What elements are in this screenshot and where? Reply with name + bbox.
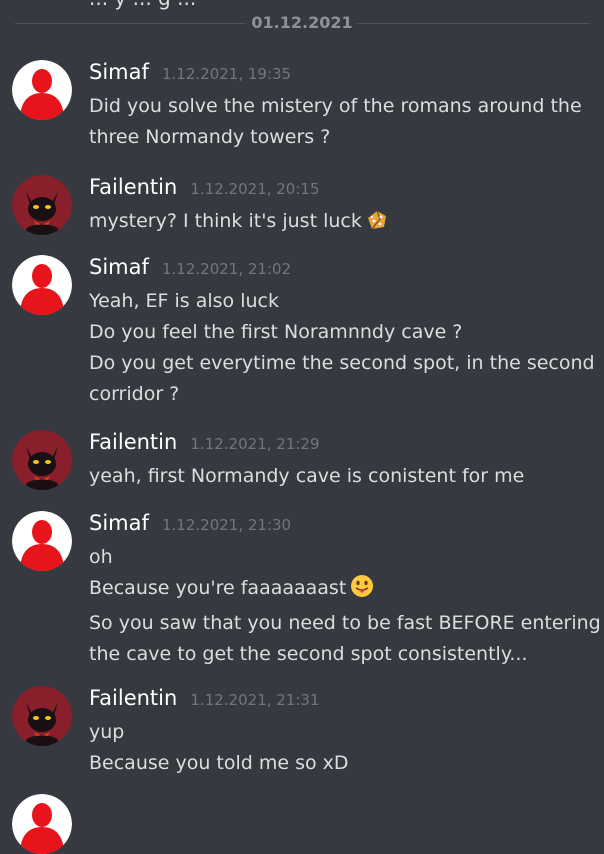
message-line: Do you get everytime the second spot, in…: [89, 352, 595, 374]
message-line: yeah, first Normandy cave is conistent f…: [89, 465, 525, 487]
message-content: yeah, first Normandy cave is conistent f…: [89, 461, 589, 492]
date-divider: 01.12.2021: [15, 10, 589, 36]
avatar-failentin[interactable]: [12, 686, 72, 746]
username[interactable]: Simaf: [89, 60, 149, 84]
message-line: three Normandy towers ?: [89, 126, 331, 148]
divider-line-right: [357, 23, 589, 24]
timestamp: 1.12.2021, 19:35: [161, 65, 292, 83]
avatar-simaf[interactable]: [12, 60, 72, 120]
message-line-text: Because you're faaaaaaast: [89, 577, 347, 599]
message-line: Do you feel the first Noramnndy cave ?: [89, 321, 463, 343]
message-line: Because you're faaaaaaast: [89, 573, 589, 608]
timestamp: 1.12.2021, 21:30: [161, 516, 292, 534]
message-header: Failentin 1.12.2021, 21:31: [89, 686, 320, 716]
message-content: Did you solve the mistery of the romans …: [89, 91, 589, 153]
username[interactable]: Simaf: [89, 255, 149, 279]
message-line: Did you solve the mistery of the romans …: [89, 95, 582, 117]
message-content: mystery? I think it's just luck: [89, 206, 589, 241]
message-header: Simaf 1.12.2021, 21:02: [89, 255, 291, 285]
black-cat-avatar-icon: [12, 686, 72, 746]
avatar-failentin[interactable]: [12, 175, 72, 235]
timestamp: 1.12.2021, 21:29: [190, 435, 320, 453]
red-silhouette-avatar-icon: [12, 60, 72, 120]
black-cat-avatar-icon: [12, 175, 72, 235]
timestamp: 1.12.2021, 20:15: [190, 180, 320, 198]
message-content: Yeah, EF is also luck Do you feel the fi…: [89, 286, 595, 410]
message-line: oh: [89, 546, 113, 568]
black-cat-avatar-icon: [12, 430, 72, 490]
dice-emoji-icon: [366, 209, 388, 241]
message-content: yup Because you told me so xD: [89, 717, 589, 779]
username[interactable]: Simaf: [89, 511, 149, 535]
previous-message-partial: ... y ... g ...: [89, 0, 196, 10]
message-line: mystery? I think it's just luck: [89, 206, 589, 241]
red-silhouette-avatar-icon: [12, 255, 72, 315]
timestamp: 1.12.2021, 21:31: [190, 691, 320, 709]
message-header: Failentin 1.12.2021, 20:15: [89, 175, 320, 205]
red-silhouette-avatar-icon: [12, 511, 72, 571]
message-line: corridor ?: [89, 383, 180, 405]
message-line-text: mystery? I think it's just luck: [89, 210, 362, 232]
message-header: Simaf 1.12.2021, 19:35: [89, 60, 291, 90]
username[interactable]: Failentin: [89, 175, 177, 199]
username[interactable]: Failentin: [89, 430, 177, 454]
avatar-simaf[interactable]: [12, 511, 72, 571]
message-line: Because you told me so xD: [89, 752, 349, 774]
previous-message-text: ... y ... g ...: [89, 0, 196, 10]
message-line: the cave to get the second spot consiste…: [89, 643, 528, 665]
red-silhouette-avatar-icon: [12, 794, 72, 854]
message-content: oh Because you're faaaaaaast So you saw …: [89, 542, 601, 670]
tongue-out-emoji-icon: [350, 574, 374, 608]
message-line: So you saw that you need to be fast BEFO…: [89, 612, 601, 634]
avatar-simaf-partial[interactable]: [12, 794, 72, 854]
message-header: Simaf 1.12.2021, 21:30: [89, 511, 291, 541]
avatar-failentin[interactable]: [12, 430, 72, 490]
message-line: yup: [89, 721, 125, 743]
message-line: Yeah, EF is also luck: [89, 290, 279, 312]
timestamp: 1.12.2021, 21:02: [161, 260, 292, 278]
username[interactable]: Failentin: [89, 686, 177, 710]
avatar-simaf[interactable]: [12, 255, 72, 315]
message-header: Failentin 1.12.2021, 21:29: [89, 430, 320, 460]
